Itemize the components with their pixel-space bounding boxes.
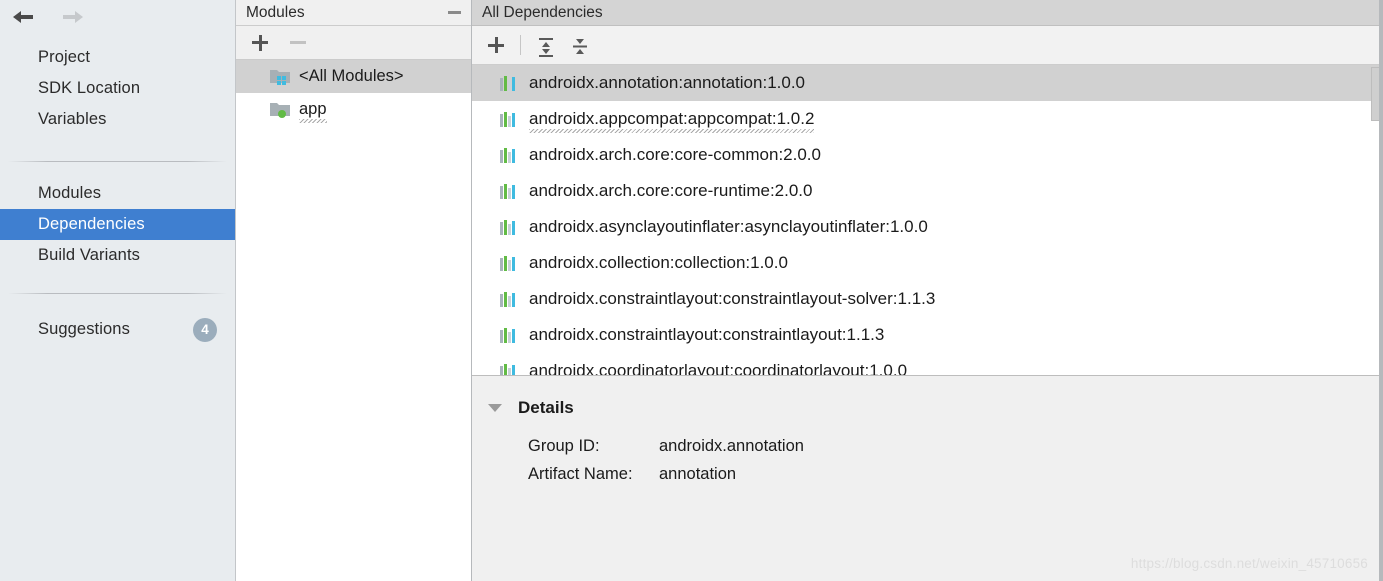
module-list-item-label: app — [299, 100, 327, 123]
dependencies-panel: All Dependencies androidx.annotation:ann… — [472, 0, 1383, 581]
dependencies-panel-header: All Dependencies — [472, 0, 1382, 26]
library-icon — [500, 327, 517, 343]
collapse-all-icon[interactable] — [569, 35, 589, 55]
suggestions-count-badge: 4 — [193, 317, 217, 342]
artifact-name-value: annotation — [659, 465, 737, 483]
dependency-row[interactable]: androidx.asynclayoutinflater:asynclayout… — [472, 209, 1382, 245]
expand-all-icon[interactable] — [535, 35, 555, 57]
dependency-row[interactable]: androidx.arch.core:core-common:2.0.0 — [472, 137, 1382, 173]
folder-all-modules-icon — [270, 68, 290, 85]
dependencies-toolbar — [472, 26, 1382, 65]
dependency-label: androidx.constraintlayout:constraintlayo… — [529, 289, 936, 308]
library-icon — [500, 111, 517, 127]
arrow-left-icon[interactable] — [10, 7, 36, 27]
sidebar: Project SDK Location Variables Modules D… — [0, 0, 236, 581]
chevron-down-icon[interactable] — [488, 404, 502, 412]
dependency-label: androidx.appcompat:appcompat:1.0.2 — [529, 109, 815, 133]
dependency-row[interactable]: androidx.constraintlayout:constraintlayo… — [472, 317, 1382, 353]
add-module-button[interactable] — [250, 33, 270, 53]
watermark: https://blog.csdn.net/weixin_45710656 — [1130, 556, 1368, 571]
modules-panel-header: Modules — [236, 0, 471, 26]
sidebar-item-sdk-location[interactable]: SDK Location — [0, 73, 235, 104]
dependency-label: androidx.annotation:annotation:1.0.0 — [529, 73, 806, 92]
dependency-label: androidx.arch.core:core-common:2.0.0 — [529, 145, 821, 164]
module-list-item-all-modules[interactable]: <All Modules> — [236, 60, 471, 93]
dependencies-panel-title: All Dependencies — [482, 3, 603, 21]
library-icon — [500, 291, 517, 307]
dependency-row[interactable]: androidx.constraintlayout:constraintlayo… — [472, 281, 1382, 317]
module-list-item-label: <All Modules> — [299, 67, 404, 85]
sidebar-item-label: Build Variants — [38, 246, 140, 264]
library-icon — [500, 219, 517, 235]
sidebar-item-label: Project — [38, 48, 91, 66]
group-id-value: androidx.annotation — [659, 437, 804, 455]
library-icon — [500, 255, 517, 271]
module-list-item-app[interactable]: app — [236, 93, 471, 126]
dependency-label: androidx.coordinatorlayout:coordinatorla… — [529, 361, 908, 375]
dependency-label: androidx.arch.core:core-runtime:2.0.0 — [529, 181, 813, 200]
library-icon — [500, 363, 517, 375]
sidebar-item-build-variants[interactable]: Build Variants — [0, 240, 235, 271]
group-id-label: Group ID: — [528, 437, 600, 455]
details-panel: Details Group ID: androidx.annotation Ar… — [472, 375, 1382, 581]
modules-toolbar — [236, 26, 471, 60]
dependency-label: androidx.constraintlayout:constraintlayo… — [529, 325, 885, 344]
folder-module-icon — [270, 101, 290, 118]
library-icon — [500, 75, 517, 91]
sidebar-item-label: SDK Location — [38, 79, 141, 97]
arrow-right-icon — [60, 7, 86, 27]
dependencies-list[interactable]: androidx.annotation:annotation:1.0.0 and… — [472, 65, 1382, 375]
sidebar-item-dependencies[interactable]: Dependencies — [0, 209, 235, 240]
dependency-row[interactable]: androidx.coordinatorlayout:coordinatorla… — [472, 353, 1382, 375]
sidebar-item-project[interactable]: Project — [0, 42, 235, 73]
library-icon — [500, 183, 517, 199]
sidebar-item-suggestions[interactable]: Suggestions 4 — [0, 314, 235, 345]
navigation-arrows — [0, 0, 235, 34]
dependency-row[interactable]: androidx.annotation:annotation:1.0.0 — [472, 65, 1382, 101]
dependency-row[interactable]: androidx.appcompat:appcompat:1.0.2 — [472, 101, 1382, 137]
project-structure-dialog: Project SDK Location Variables Modules D… — [0, 0, 1383, 581]
sidebar-item-variables[interactable]: Variables — [0, 104, 235, 135]
minimize-icon[interactable] — [448, 11, 461, 14]
add-dependency-button[interactable] — [486, 35, 506, 55]
remove-module-button — [288, 33, 308, 53]
details-fields: Group ID: androidx.annotation Artifact N… — [472, 437, 1382, 484]
sidebar-item-modules[interactable]: Modules — [0, 178, 235, 209]
library-icon — [500, 147, 517, 163]
window-right-edge — [1379, 0, 1383, 581]
details-header[interactable]: Details — [472, 398, 1382, 418]
dependency-row[interactable]: androidx.collection:collection:1.0.0 — [472, 245, 1382, 281]
sidebar-item-label: Variables — [38, 110, 107, 128]
dependency-label: androidx.collection:collection:1.0.0 — [529, 253, 788, 272]
dependency-label: androidx.asynclayoutinflater:asynclayout… — [529, 217, 928, 236]
details-title: Details — [518, 398, 574, 417]
artifact-name-label: Artifact Name: — [528, 465, 633, 483]
toolbar-divider — [520, 35, 521, 55]
sidebar-item-label: Suggestions — [38, 320, 130, 338]
sidebar-item-label: Dependencies — [38, 215, 145, 233]
modules-panel: Modules <All Modules> app — [236, 0, 472, 581]
sidebar-item-label: Modules — [38, 184, 102, 202]
dependency-row[interactable]: androidx.arch.core:core-runtime:2.0.0 — [472, 173, 1382, 209]
modules-panel-title: Modules — [246, 3, 305, 21]
